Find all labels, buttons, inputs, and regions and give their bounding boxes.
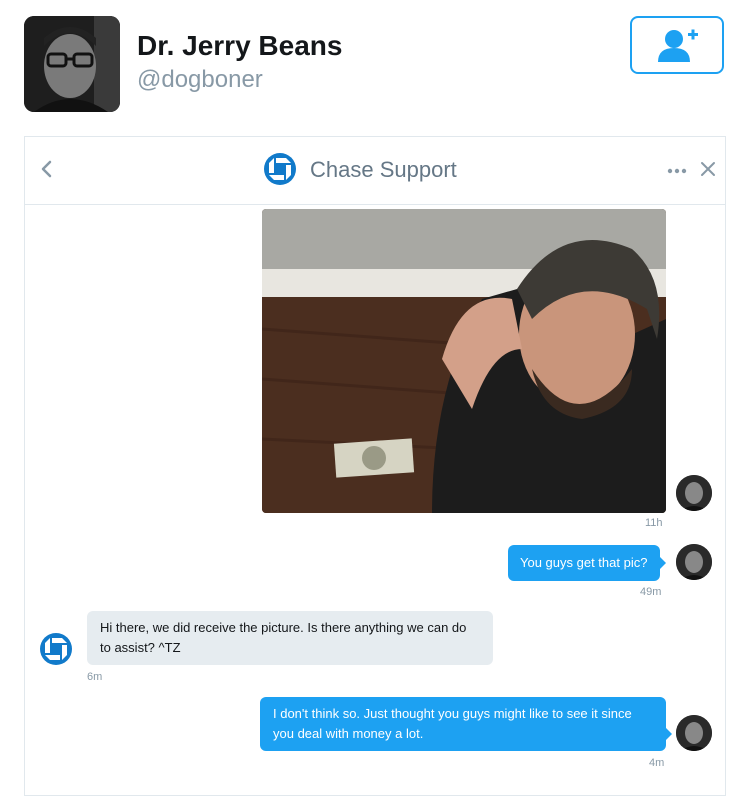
more-icon[interactable] bbox=[666, 167, 688, 175]
chevron-left-icon[interactable] bbox=[35, 157, 59, 181]
sender-avatar[interactable] bbox=[676, 715, 712, 751]
close-icon[interactable] bbox=[700, 161, 716, 177]
message-timestamp: 6m bbox=[87, 671, 103, 683]
profile-avatar[interactable] bbox=[24, 16, 120, 112]
conversation-header: Chase Support bbox=[25, 137, 725, 205]
dm-conversation-panel: Chase Support 11h You guys get that pic?… bbox=[24, 136, 726, 796]
display-name[interactable]: Dr. Jerry Beans bbox=[137, 30, 342, 62]
message-bubble-outgoing[interactable]: I don't think so. Just thought you guys … bbox=[260, 697, 666, 751]
conversation-title: Chase Support bbox=[310, 157, 457, 182]
message-bubble-incoming[interactable]: Hi there, we did receive the picture. Is… bbox=[87, 611, 493, 665]
add-user-icon bbox=[658, 29, 698, 62]
chase-avatar-icon[interactable] bbox=[40, 633, 72, 665]
message-timestamp: 11h bbox=[645, 517, 663, 529]
follow-button[interactable] bbox=[630, 16, 724, 74]
bubble-tail bbox=[665, 727, 672, 741]
sender-avatar[interactable] bbox=[676, 544, 712, 580]
message-timestamp: 49m bbox=[640, 586, 662, 598]
message-photo[interactable] bbox=[262, 209, 666, 513]
message-timestamp: 4m bbox=[649, 757, 665, 769]
sender-avatar[interactable] bbox=[676, 475, 712, 511]
chase-logo-icon bbox=[264, 153, 296, 185]
message-bubble-outgoing[interactable]: You guys get that pic? bbox=[508, 545, 660, 581]
user-handle[interactable]: @dogboner bbox=[137, 66, 263, 94]
bubble-tail bbox=[659, 556, 666, 570]
